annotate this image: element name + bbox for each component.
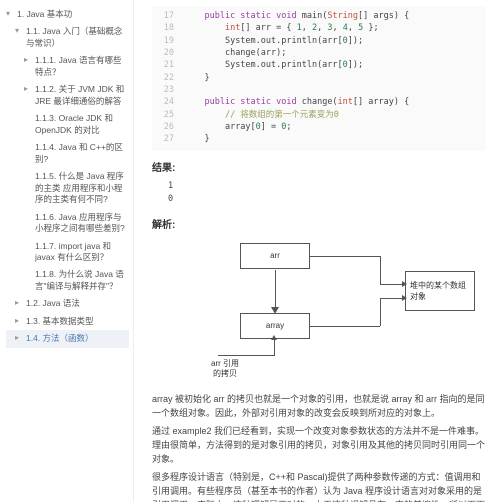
chevron-down-icon: ▾ — [6, 9, 14, 20]
chevron-right-icon: ▸ — [15, 316, 23, 327]
toc-item-selected[interactable]: ▸1.4. 方法（函数） — [6, 330, 129, 347]
toc-item[interactable]: ▸1.3. 基本数据类型 — [6, 313, 129, 330]
toc-item[interactable]: 1.1.6. Java 应用程序与小程序之间有哪些差别? — [6, 209, 129, 238]
toc-item[interactable]: ▸1.1.1. Java 语言有哪些特点？ — [6, 52, 129, 81]
toc-item[interactable]: 1.1.3. Oracle JDK 和 OpenJDK 的对比 — [6, 110, 129, 139]
diagram-label-copy: arr 引用 的拷贝 — [200, 359, 250, 378]
chevron-down-icon: ▾ — [15, 26, 23, 37]
toc-item[interactable]: 1.1.7. import java 和 javax 有什么区别？ — [6, 238, 129, 267]
toc-item[interactable]: 1.1.5. 什么是 Java 程序的主类 应用程序和小程序的主类有何不同? — [6, 168, 129, 208]
chevron-right-icon: ▸ — [24, 55, 32, 66]
chevron-right-icon: ▸ — [15, 333, 23, 344]
toc-sidebar: ▾1. Java 基本功 ▾1.1. Java 入门（基础概念与常识） ▸1.1… — [0, 0, 134, 502]
paragraph: 很多程序设计语言（特别是，C++和 Pascal)提供了两种参数传递的方式：值调… — [152, 471, 486, 502]
toc-item[interactable]: ▾1.1. Java 入门（基础概念与常识） — [6, 23, 129, 52]
diagram-box-arr: arr — [240, 243, 310, 269]
toc-item[interactable]: ▾1. Java 基本功 — [6, 6, 129, 23]
code-block: 17 public static void main(String[] args… — [152, 6, 486, 151]
toc-item[interactable]: 1.1.4. Java 和 C++的区别? — [6, 139, 129, 168]
paragraph: array 被初始化 arr 的拷贝也就是一个对象的引用，也就是说 array … — [152, 393, 486, 421]
section-explain: 解析: — [152, 216, 486, 231]
toc-item[interactable]: ▸1.2. Java 语法 — [6, 295, 129, 312]
main-content: 17 public static void main(String[] args… — [134, 0, 500, 502]
diagram-box-heap: 堆中的某个数组对象 — [405, 271, 475, 311]
chevron-right-icon: ▸ — [24, 84, 32, 95]
paragraph: 通过 example2 我们已经看到，实现一个改变对象参数状态的方法并不是一件难… — [152, 425, 486, 467]
toc-item[interactable]: ▸1.1.2. 关于 JVM JDK 和 JRE 最详细通俗的解答 — [6, 81, 129, 110]
chevron-right-icon: ▸ — [15, 298, 23, 309]
section-result: 结果: — [152, 159, 486, 174]
output-block: 1 0 — [152, 178, 486, 210]
toc-item[interactable]: 1.1.8. 为什么说 Java 语言"编译与解释并存"？ — [6, 266, 129, 295]
reference-diagram: arr 堆中的某个数组对象 array arr 引用 的拷贝 — [152, 235, 486, 385]
